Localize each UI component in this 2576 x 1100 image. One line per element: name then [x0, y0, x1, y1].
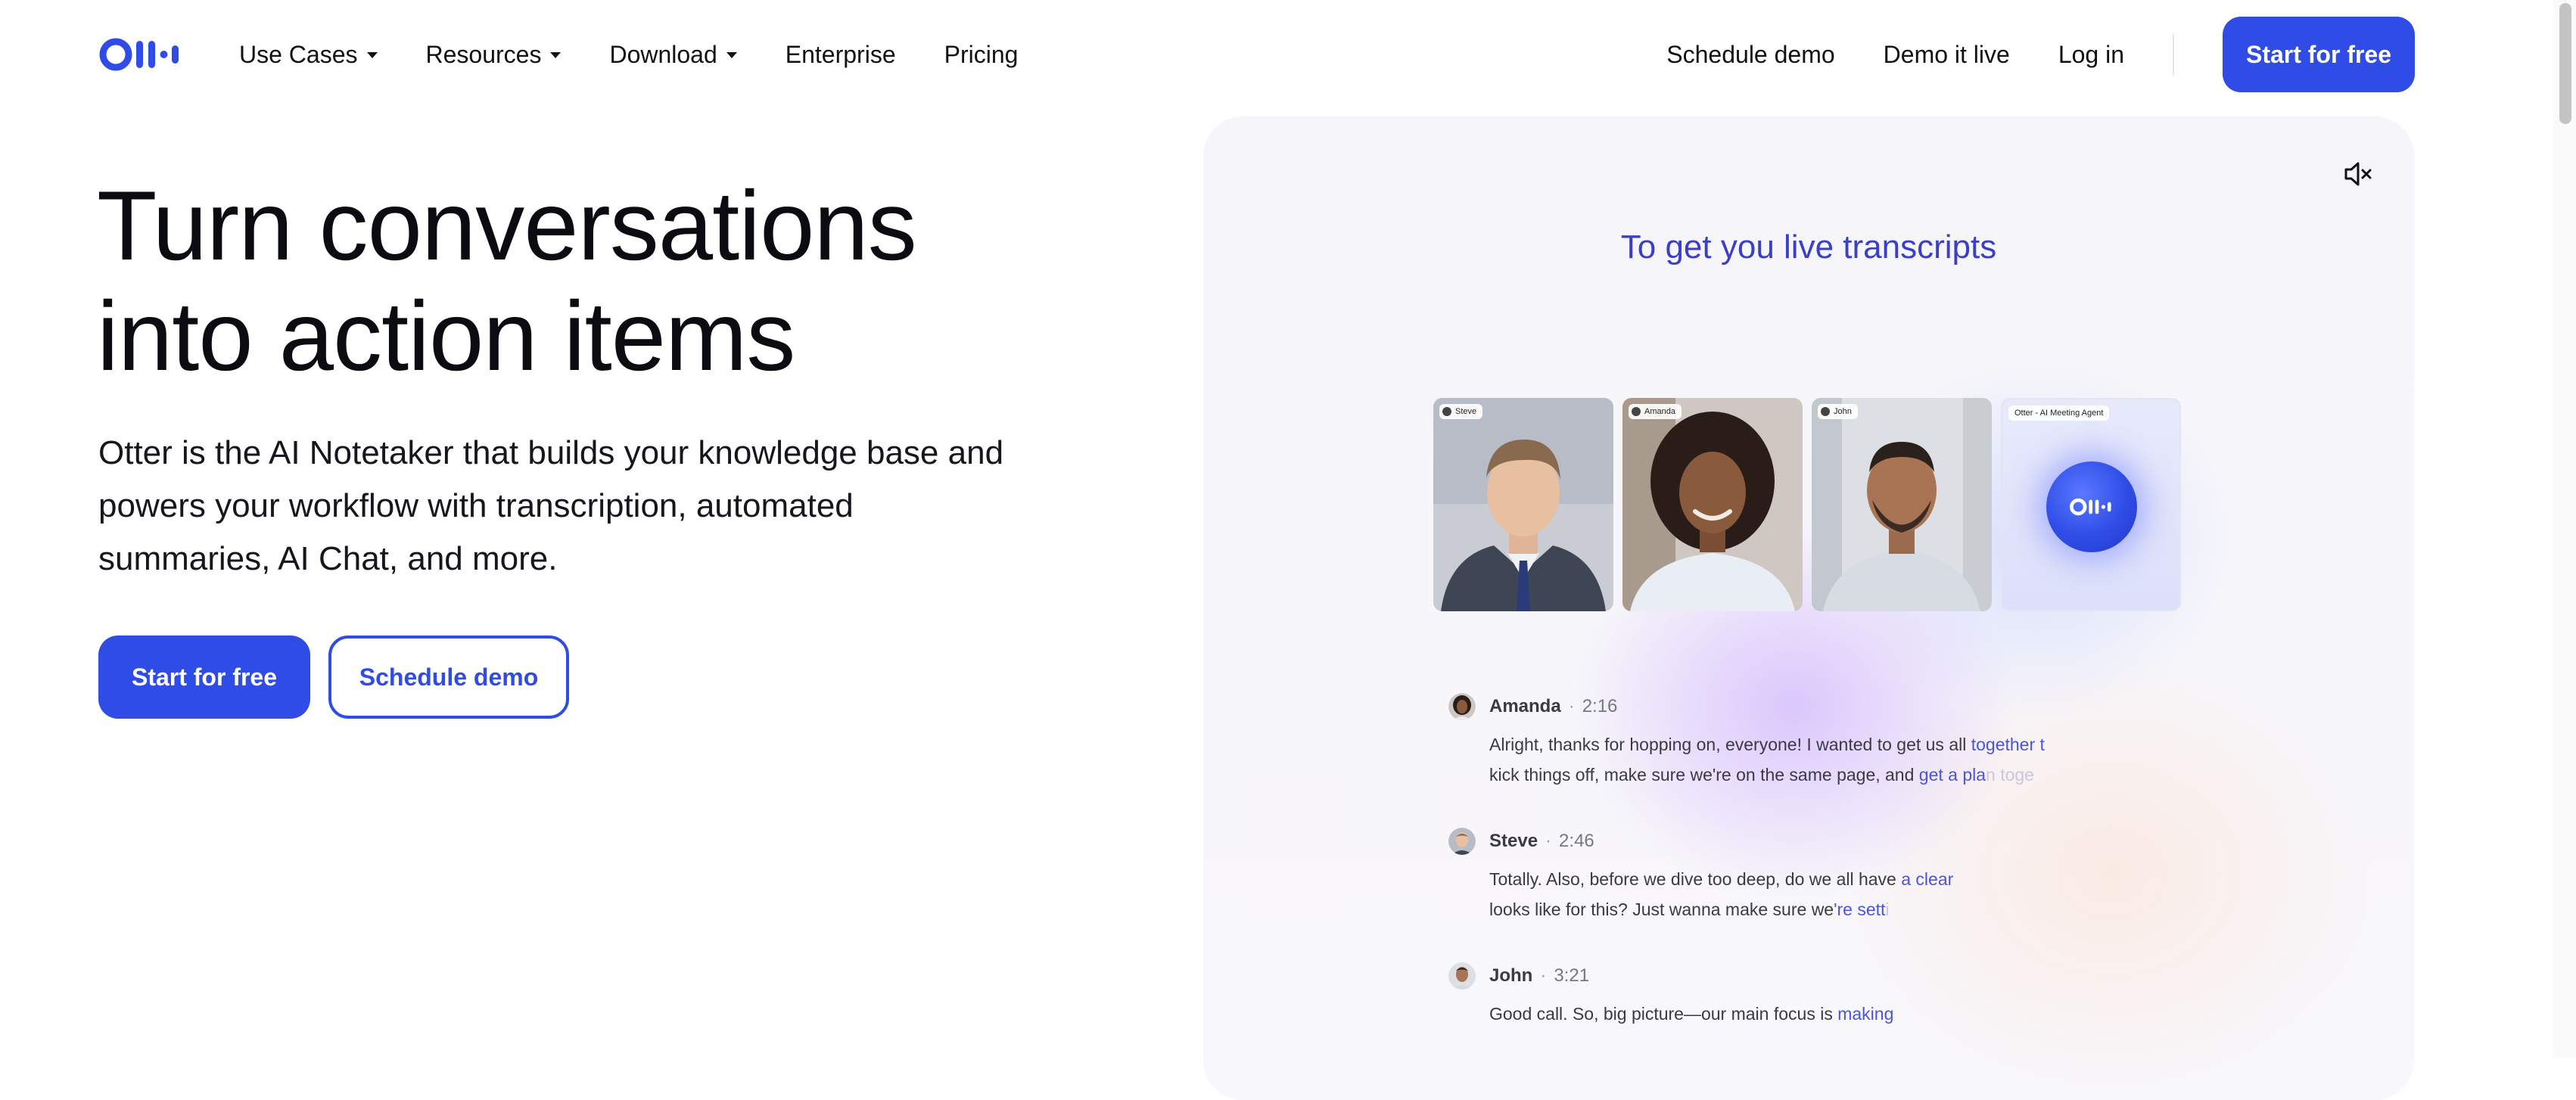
separator-dot: · [1540, 965, 1547, 986]
hero-title-line1: Turn conversations [97, 170, 917, 281]
amanda-video [1622, 398, 1803, 611]
nav-download[interactable]: Download [609, 40, 737, 69]
participant-avatar-icon [1632, 407, 1641, 416]
transcript-text-live: together t [1971, 735, 2045, 754]
nav-resources-label: Resources [425, 40, 542, 68]
tile-name-steve: Steve [1455, 407, 1477, 416]
nav-resources[interactable]: Resources [426, 41, 562, 69]
transcript-text: Totally. Also, before we dive too deep, … [1489, 864, 2080, 924]
transcript-text-part: Good call. So, big picture—our main focu… [1489, 1004, 1838, 1024]
nav-login-link[interactable]: Log in [2058, 41, 2124, 69]
participant-avatar-icon [1442, 407, 1451, 416]
live-transcript: Amanda · 2:16 Alright, thanks for hoppin… [1448, 691, 2130, 1065]
transcript-entry-head: John · 3:21 [1448, 961, 2130, 991]
otter-logo[interactable] [98, 37, 185, 72]
transcript-text-live: get a pla [1918, 765, 1986, 785]
speaker-avatar [1448, 828, 1476, 855]
chevron-down-icon [726, 52, 737, 58]
tile-name-tag: John [1818, 404, 1858, 419]
separator-dot: · [1545, 831, 1552, 851]
transcript-entry: Steve · 2:46 Totally. Also, before we di… [1448, 826, 2130, 924]
transcript-entry: Amanda · 2:16 Alright, thanks for hoppin… [1448, 691, 2130, 790]
nav-start-free-button[interactable]: Start for free [2223, 17, 2415, 92]
chevron-down-icon [366, 52, 378, 58]
speaker-timestamp: 2:16 [1582, 696, 1618, 716]
hero-subtitle: Otter is the AI Notetaker that builds yo… [98, 434, 1004, 577]
secondary-nav: Schedule demo Demo it live Log in Start … [1666, 17, 2415, 92]
transcript-entry-head: Steve · 2:46 [1448, 826, 2130, 856]
transcript-text-part: Alright, thanks for hopping on, everyone… [1489, 735, 1971, 754]
nav-pricing[interactable]: Pricing [944, 41, 1019, 69]
chevron-down-icon [550, 52, 562, 58]
transcript-entry: John · 3:21 Good call. So, big picture—o… [1448, 961, 2130, 1029]
john-video [1812, 398, 1992, 611]
video-tile-steve: Steve [1433, 398, 1613, 611]
nav-demo-live-link[interactable]: Demo it live [1884, 41, 2010, 69]
otter-agent-orb [2046, 461, 2137, 552]
hero-title: Turn conversations into action items [97, 170, 1081, 391]
transcript-text-live: 're sett [1834, 900, 1886, 919]
transcript-text-fading: i [1885, 900, 1890, 919]
speaker-name: John [1489, 965, 1533, 986]
transcript-text-fading: n toge [1986, 765, 2034, 785]
video-tile-otter-agent: Otter - AI Meeting Agent [2001, 398, 2181, 611]
separator-dot: · [1568, 696, 1575, 716]
tile-name-tag: Otter - AI Meeting Agent [2008, 406, 2110, 421]
primary-nav: Use Cases Resources Download Enterprise … [239, 36, 1018, 73]
nav-pricing-label: Pricing [944, 40, 1019, 68]
steve-video [1433, 398, 1613, 611]
transcript-text: Good call. So, big picture—our main focu… [1489, 999, 2080, 1029]
hero-title-line2: into action items [97, 281, 795, 391]
video-tile-amanda: Amanda [1622, 398, 1803, 611]
tile-name-amanda: Amanda [1644, 407, 1675, 416]
tile-name-otter: Otter - AI Meeting Agent [2014, 409, 2104, 418]
nav-use-cases[interactable]: Use Cases [239, 41, 378, 69]
nav-use-cases-label: Use Cases [239, 40, 358, 68]
demo-video-panel[interactable]: To get you live transcripts Steve Amanda… [1203, 117, 2414, 1100]
tile-name-tag: Steve [1439, 404, 1483, 419]
transcript-entry-head: Amanda · 2:16 [1448, 691, 2130, 722]
nav-enterprise-label: Enterprise [785, 40, 896, 68]
speaker-timestamp: 2:46 [1559, 831, 1594, 851]
transcript-text-part: kick things off, make sure we're on the … [1489, 765, 1919, 785]
video-tile-john: John [1812, 398, 1992, 611]
nav-schedule-demo-link[interactable]: Schedule demo [1666, 41, 1834, 69]
hero-start-free-button[interactable]: Start for free [98, 635, 310, 719]
hero-schedule-demo-button[interactable]: Schedule demo [328, 635, 569, 719]
nav-download-label: Download [609, 40, 717, 68]
transcript-text: Alright, thanks for hopping on, everyone… [1489, 729, 2080, 790]
otter-logo-icon [2070, 498, 2111, 516]
speaker-name: Steve [1489, 831, 1538, 851]
scrollbar-thumb[interactable] [2559, 3, 2571, 124]
page-scrollbar[interactable] [2553, 0, 2576, 1058]
tile-name-john: John [1834, 407, 1852, 416]
speaker-timestamp: 3:21 [1554, 965, 1590, 986]
speaker-avatar [1448, 962, 1476, 990]
transcript-text-part: looks like for this? Just wanna make sur… [1489, 900, 1834, 919]
speaker-name: Amanda [1489, 696, 1561, 716]
tile-name-tag: Amanda [1629, 404, 1682, 419]
nav-divider [2173, 33, 2174, 76]
participant-avatar-icon [1821, 407, 1830, 416]
speaker-muted-icon[interactable] [2340, 157, 2373, 191]
video-tiles: Steve Amanda John Otter - AI Meeting Age… [1433, 398, 2181, 611]
nav-enterprise[interactable]: Enterprise [786, 41, 896, 69]
transcript-text-part: Totally. Also, before we dive too deep, … [1489, 869, 1902, 889]
demo-caption: To get you live transcripts [1620, 228, 1997, 266]
transcript-text-live: making [1837, 1004, 1894, 1024]
speaker-avatar [1448, 693, 1476, 720]
transcript-text-live: a clear [1901, 869, 1954, 889]
